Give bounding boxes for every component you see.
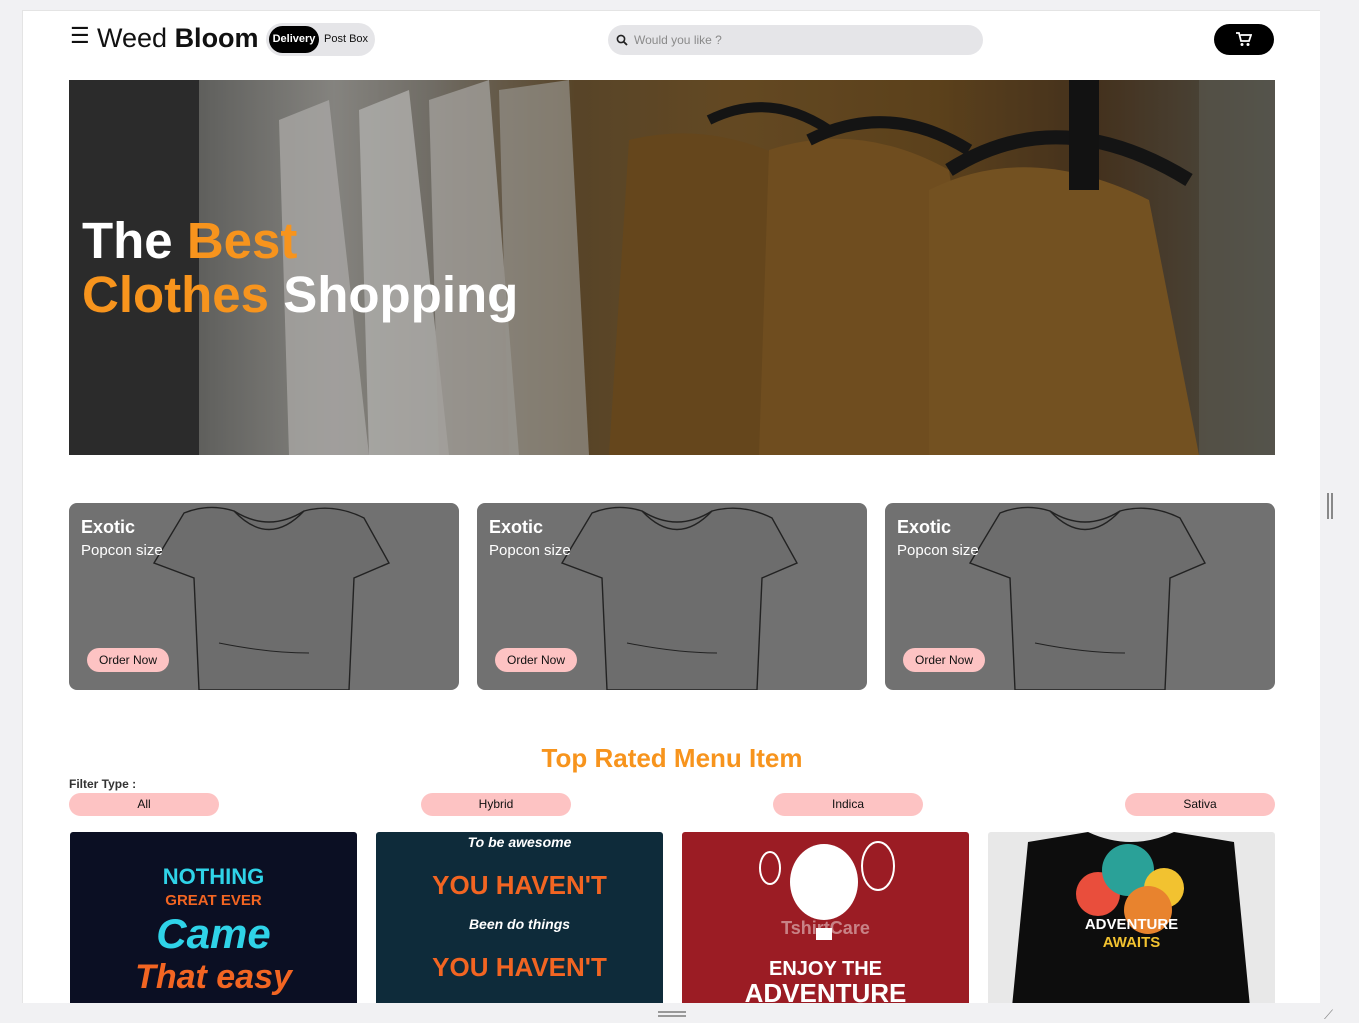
product-print-text: That easy [135,958,292,996]
filter-hybrid[interactable]: Hybrid [421,793,571,816]
product-card[interactable]: NOTHING GREAT EVER Came That easy [70,832,357,1003]
vertical-resize-handle[interactable] [1327,493,1333,519]
filter-indica[interactable]: Indica [773,793,923,816]
delivery-toggle[interactable]: Delivery Post Box [266,23,375,56]
filter-label: Filter Type : [69,777,137,791]
cart-icon [1236,32,1252,46]
section-title: Top Rated Menu Item [541,743,803,773]
promo-card: Exotic Popcon size Order Now [69,503,459,690]
promo-title: Exotic [489,517,544,537]
product-print-text: Came [156,910,271,957]
order-now-button[interactable]: Order Now [87,648,170,672]
product-card[interactable]: TshirtCare ENJOY THE ADVENTURE [682,832,969,1003]
promo-card: Exotic Popcon size Order Now [477,503,867,690]
promo-subtitle: Popcon size [489,542,571,559]
product-print-text: AWAITS [1102,934,1161,951]
resize-corner-icon[interactable]: ⟋ [1324,1007,1333,1023]
toggle-post-box[interactable]: Post Box [324,23,368,56]
product-card[interactable]: To be awesome YOU HAVEN'T Been do things… [376,832,663,1003]
brand-light: Weed [97,23,168,53]
product-print-text: ADVENTURE [1084,916,1179,933]
search-icon [616,34,628,46]
product-print-text: TshirtCare [781,918,870,938]
search-bar[interactable] [608,25,983,55]
brand-logo[interactable]: Weed Bloom [97,23,259,54]
order-now-button[interactable]: Order Now [903,648,986,672]
toggle-delivery[interactable]: Delivery [269,26,319,53]
filter-sativa[interactable]: Sativa [1125,793,1275,816]
product-print-text: YOU HAVEN'T [432,952,607,982]
menu-icon[interactable]: ☰ [70,25,90,47]
hero-word-best: Best [186,212,298,269]
product-print-text: ADVENTURE [744,978,907,1003]
search-input[interactable] [634,25,974,55]
product-card[interactable]: ADVENTURE AWAITS [988,832,1275,1003]
hero-word-clothes: Clothes [82,266,270,323]
product-print-text: NOTHING [162,864,265,889]
page: ☰ Weed Bloom Delivery Post Box Would you… [22,10,1320,1003]
product-print-text: GREAT EVER [165,892,262,909]
filter-all[interactable]: All [69,793,219,816]
promo-title: Exotic [897,517,952,537]
promo-subtitle: Popcon size [897,542,979,559]
hero-word-shopping: Shopping [283,266,519,323]
promo-title: Exotic [81,517,136,537]
hero-headline: The Best Clothes Shopping [82,214,518,322]
product-print-text: Been do things [468,916,571,932]
horizontal-resize-handle[interactable] [658,1011,686,1017]
tshirt-sketch-image [152,506,390,690]
hero-banner: The Best Clothes Shopping [69,80,1275,455]
brand-bold: Bloom [174,23,259,53]
promo-subtitle: Popcon size [81,542,163,559]
hero-word-the: The [82,212,173,269]
order-now-button[interactable]: Order Now [495,648,578,672]
tshirt-sketch-image [560,506,798,690]
tshirt-sketch-image [968,506,1206,690]
cart-button[interactable] [1214,24,1274,55]
promo-card: Exotic Popcon size Order Now [885,503,1275,690]
product-print-text: To be awesome [467,834,572,850]
product-print-text: YOU HAVEN'T [432,870,607,900]
